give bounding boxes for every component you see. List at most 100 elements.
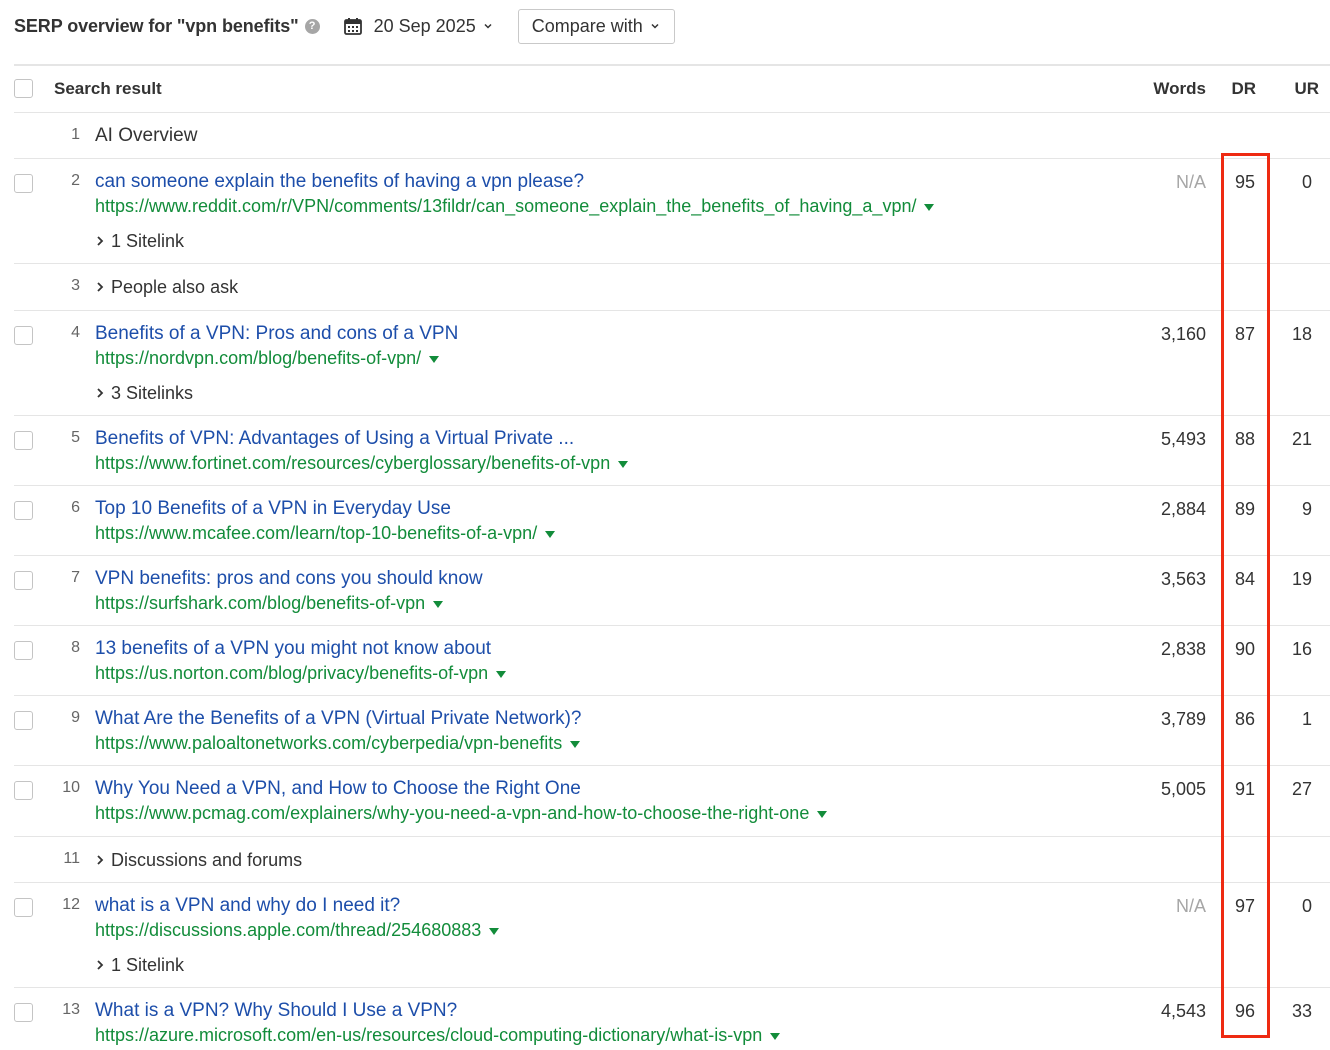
result-title-link[interactable]: what is a VPN and why do I need it? [95, 894, 499, 918]
row-checkbox[interactable] [14, 174, 33, 193]
result-title-link[interactable]: can someone explain the benefits of havi… [95, 170, 934, 194]
compare-with-button[interactable]: Compare with [517, 8, 675, 44]
sitelinks-toggle[interactable]: 1 Sitelink [95, 229, 934, 253]
words-value: 2,838 [1160, 639, 1206, 659]
result-title-link[interactable]: 13 benefits of a VPN you might not know … [95, 637, 506, 661]
row-position: 12 [62, 896, 80, 913]
sitelinks-toggle[interactable]: 3 Sitelinks [95, 381, 458, 405]
row-checkbox[interactable] [14, 898, 33, 917]
ur-value: 0 [1301, 896, 1312, 916]
serp-feature-label: AI Overview [95, 125, 198, 146]
table-row: 9 What Are the Benefits of a VPN (Virtua… [14, 696, 1330, 766]
words-value: 3,160 [1160, 324, 1206, 344]
caret-down-icon[interactable] [817, 810, 828, 818]
result-url-link[interactable]: https://www.fortinet.com/resources/cyber… [95, 451, 629, 475]
result-title-link[interactable]: VPN benefits: pros and cons you should k… [95, 567, 483, 591]
chevron-right-icon [97, 236, 104, 246]
table-row: 8 13 benefits of a VPN you might not kno… [14, 626, 1330, 696]
words-value: 4,543 [1160, 1001, 1206, 1021]
row-checkbox[interactable] [14, 431, 33, 450]
compare-label: Compare with [531, 15, 643, 36]
row-position: 11 [63, 850, 80, 867]
result-url-link[interactable]: https://azure.microsoft.com/en-us/resour… [95, 1023, 781, 1047]
table-row: 6 Top 10 Benefits of a VPN in Everyday U… [14, 486, 1330, 556]
caret-down-icon[interactable] [489, 927, 500, 935]
caret-down-icon[interactable] [770, 1032, 781, 1040]
caret-down-icon[interactable] [429, 355, 440, 363]
dr-value: 91 [1234, 779, 1256, 799]
result-title-link[interactable]: What Are the Benefits of a VPN (Virtual … [95, 707, 581, 731]
ur-value: 0 [1301, 172, 1312, 192]
row-position: 13 [62, 1001, 80, 1018]
ur-value: 21 [1291, 429, 1312, 449]
row-position: 10 [62, 779, 80, 796]
result-title-link[interactable]: Benefits of a VPN: Pros and cons of a VP… [95, 322, 458, 346]
words-value: 3,789 [1160, 709, 1206, 729]
words-value: N/A [1175, 896, 1206, 916]
row-position: 3 [71, 277, 80, 294]
chevron-down-icon [651, 23, 659, 29]
table-row: 7 VPN benefits: pros and cons you should… [14, 556, 1330, 626]
row-checkbox[interactable] [14, 501, 33, 520]
result-url-link[interactable]: https://us.norton.com/blog/privacy/benef… [95, 661, 507, 685]
result-url-link[interactable]: https://www.reddit.com/r/VPN/comments/13… [95, 194, 935, 218]
dr-value: 88 [1234, 429, 1256, 449]
col-search-result: Search result [54, 79, 162, 98]
caret-down-icon[interactable] [618, 460, 629, 468]
result-title-link[interactable]: Why You Need a VPN, and How to Choose th… [95, 777, 827, 801]
chevron-right-icon [97, 282, 104, 292]
words-value: 2,884 [1160, 499, 1206, 519]
dr-value: 84 [1234, 569, 1256, 589]
help-icon[interactable]: ? [304, 18, 320, 34]
dr-value: 95 [1234, 172, 1256, 192]
table-row: 12 what is a VPN and why do I need it? h… [14, 883, 1330, 988]
caret-down-icon[interactable] [496, 670, 507, 678]
ur-value: 16 [1291, 639, 1312, 659]
sitelinks-toggle[interactable]: 1 Sitelink [95, 953, 499, 977]
table-row: 13 What is a VPN? Why Should I Use a VPN… [14, 988, 1330, 1050]
result-url-link[interactable]: https://discussions.apple.com/thread/254… [95, 918, 500, 942]
row-checkbox[interactable] [14, 711, 33, 730]
row-checkbox[interactable] [14, 781, 33, 800]
dr-value: 97 [1234, 896, 1256, 916]
row-position: 1 [71, 126, 80, 143]
ur-value: 1 [1301, 709, 1312, 729]
result-title-link[interactable]: What is a VPN? Why Should I Use a VPN? [95, 999, 780, 1023]
date-picker[interactable]: 20 Sep 2025 [343, 16, 494, 37]
row-checkbox[interactable] [14, 1003, 33, 1022]
row-checkbox[interactable] [14, 641, 33, 660]
words-value: 3,563 [1160, 569, 1206, 589]
discussions-toggle[interactable]: Discussions and forums [95, 848, 302, 872]
dr-value: 90 [1234, 639, 1256, 659]
caret-down-icon[interactable] [924, 203, 935, 211]
table-row: 5 Benefits of VPN: Advantages of Using a… [14, 416, 1330, 486]
result-url-link[interactable]: https://nordvpn.com/blog/benefits-of-vpn… [95, 346, 458, 370]
result-title-link[interactable]: Benefits of VPN: Advantages of Using a V… [95, 427, 628, 451]
col-words[interactable]: Words [1153, 79, 1206, 99]
calendar-icon [343, 18, 362, 35]
row-checkbox[interactable] [14, 326, 33, 345]
result-title-link[interactable]: Top 10 Benefits of a VPN in Everyday Use [95, 497, 555, 521]
serp-table: Search result Words DR UR 1 AI Overview … [14, 64, 1330, 1050]
people-also-ask-toggle[interactable]: People also ask [95, 275, 238, 299]
dr-value: 86 [1234, 709, 1256, 729]
chevron-right-icon [97, 855, 104, 865]
ur-value: 9 [1301, 499, 1312, 519]
caret-down-icon[interactable] [570, 740, 581, 748]
table-row: 11 Discussions and forums [14, 837, 1330, 883]
words-value: N/A [1175, 172, 1206, 192]
result-url-link[interactable]: https://www.paloaltonetworks.com/cyberpe… [95, 731, 581, 755]
select-all-checkbox[interactable] [14, 79, 33, 98]
col-ur[interactable]: UR [1294, 79, 1319, 99]
row-position: 5 [71, 429, 80, 446]
table-row: 3 People also ask [14, 264, 1330, 311]
result-url-link[interactable]: https://www.pcmag.com/explainers/why-you… [95, 801, 828, 825]
ur-value: 33 [1291, 1001, 1312, 1021]
row-checkbox[interactable] [14, 571, 33, 590]
caret-down-icon[interactable] [433, 600, 444, 608]
result-url-link[interactable]: https://www.mcafee.com/learn/top-10-bene… [95, 521, 556, 545]
col-dr[interactable]: DR [1231, 79, 1256, 99]
result-url-link[interactable]: https://surfshark.com/blog/benefits-of-v… [95, 591, 483, 615]
row-position: 2 [71, 172, 80, 189]
caret-down-icon[interactable] [545, 530, 556, 538]
